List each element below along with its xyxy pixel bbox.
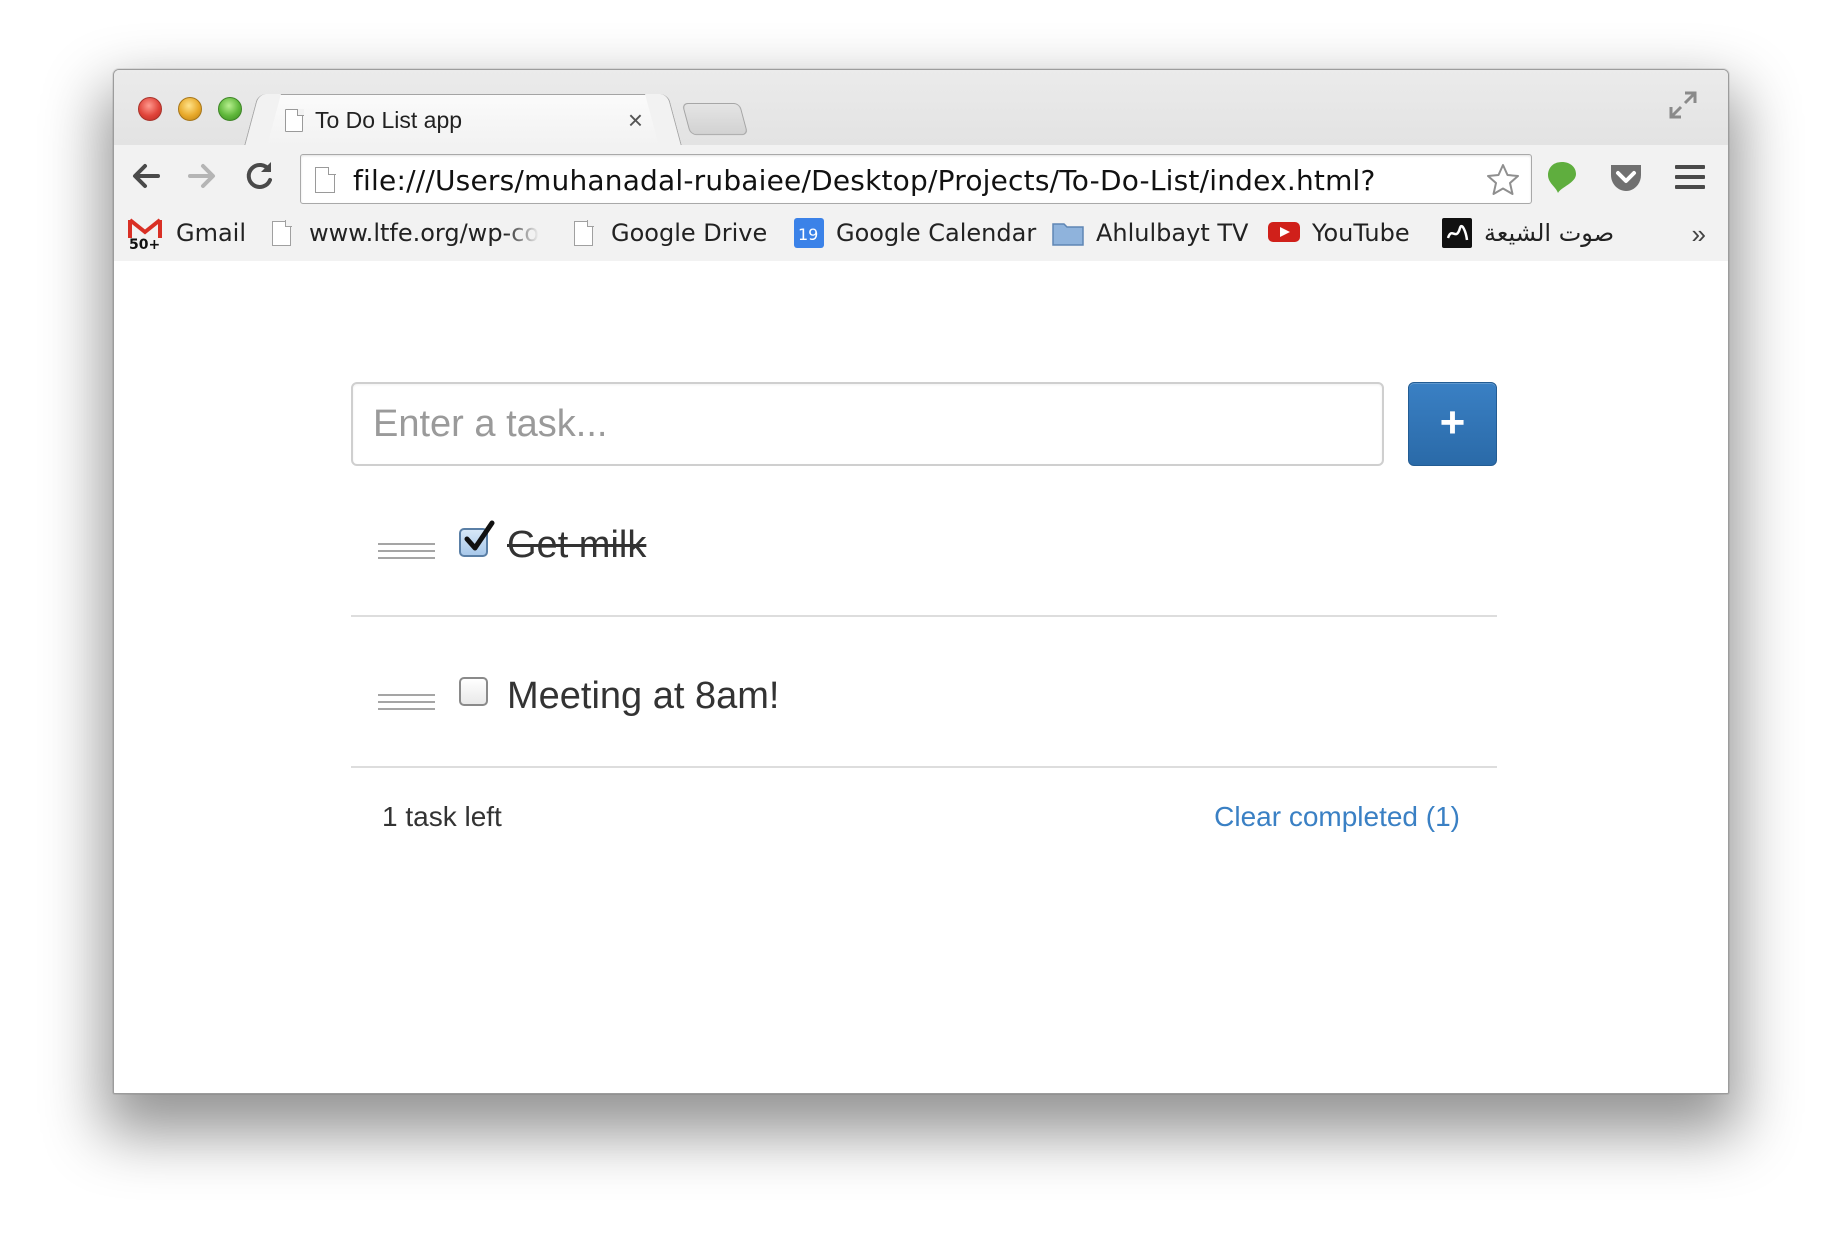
bookmark-google-drive[interactable]: Google Drive bbox=[574, 216, 767, 250]
site-logo-icon bbox=[1442, 218, 1472, 248]
page-icon bbox=[315, 166, 336, 193]
clear-completed-link[interactable]: Clear completed (1) bbox=[1214, 801, 1460, 833]
bookmark-sawt-alshia[interactable]: صوت الشيعة bbox=[1442, 216, 1614, 250]
pocket-extension-icon[interactable] bbox=[1608, 159, 1644, 195]
task-row: Get milk bbox=[351, 466, 1497, 617]
bookmark-ltfe[interactable]: www.ltfe.org/wp-cor bbox=[272, 216, 539, 250]
bookmarks-bar: 50+ Gmail www.ltfe.org/wp-cor Google Dri… bbox=[114, 205, 1728, 261]
calendar-icon: 19 bbox=[794, 218, 824, 248]
close-window-button[interactable] bbox=[138, 97, 162, 121]
tasks-left-count: 1 task left bbox=[382, 801, 502, 832]
new-tab-button[interactable] bbox=[681, 103, 749, 135]
address-bar[interactable]: file:///Users/muhanadal-rubaiee/Desktop/… bbox=[300, 154, 1532, 204]
page-icon bbox=[285, 109, 303, 132]
minimize-window-button[interactable] bbox=[178, 97, 202, 121]
url-text[interactable]: file:///Users/muhanadal-rubaiee/Desktop/… bbox=[353, 164, 1376, 197]
bookmark-label: Ahlulbayt TV bbox=[1096, 219, 1249, 247]
task-input[interactable] bbox=[351, 382, 1384, 466]
bookmark-label: YouTube bbox=[1312, 219, 1410, 247]
add-task-button[interactable]: + bbox=[1408, 382, 1497, 466]
menu-icon[interactable] bbox=[1672, 159, 1708, 195]
tab-to-do-list[interactable]: To Do List app × bbox=[264, 94, 662, 146]
calendar-day: 19 bbox=[798, 225, 819, 244]
bookmark-gmail[interactable]: 50+ Gmail bbox=[128, 216, 246, 250]
tab-strip: To Do List app × bbox=[114, 70, 1728, 146]
bookmark-ahlulbayt-tv[interactable]: Ahlulbayt TV bbox=[1052, 216, 1248, 250]
page-icon bbox=[574, 220, 594, 246]
drag-handle-icon[interactable] bbox=[378, 694, 435, 712]
gmail-badge: 50+ bbox=[129, 237, 160, 250]
drag-handle-icon[interactable] bbox=[378, 543, 435, 561]
bookmark-label: Gmail bbox=[176, 219, 247, 247]
task-text[interactable]: Meeting at 8am! bbox=[507, 675, 779, 718]
bookmark-youtube[interactable]: YouTube bbox=[1268, 216, 1410, 250]
page-icon bbox=[272, 220, 292, 246]
bookmark-label: www.ltfe.org/wp-cor bbox=[309, 219, 539, 247]
task-row: Meeting at 8am! bbox=[351, 617, 1497, 768]
browser-toolbar: file:///Users/muhanadal-rubaiee/Desktop/… bbox=[114, 145, 1728, 205]
browser-chrome: To Do List app × file:///Users/muhanadal… bbox=[114, 70, 1728, 261]
browser-window: To Do List app × file:///Users/muhanadal… bbox=[113, 69, 1729, 1094]
folder-icon bbox=[1052, 220, 1084, 246]
bookmark-label: صوت الشيعة bbox=[1484, 219, 1615, 247]
checkmark-icon bbox=[464, 520, 495, 551]
tab-close-button[interactable]: × bbox=[628, 105, 643, 136]
task-checkbox[interactable] bbox=[459, 520, 495, 557]
forward-arrow-icon[interactable] bbox=[184, 158, 220, 194]
back-arrow-icon[interactable] bbox=[128, 158, 164, 194]
evernote-extension-icon[interactable] bbox=[1544, 159, 1580, 195]
tab-title: To Do List app bbox=[315, 107, 463, 133]
zoom-window-button[interactable] bbox=[218, 97, 242, 121]
gmail-icon: 50+ bbox=[128, 218, 162, 250]
reload-icon[interactable] bbox=[242, 158, 278, 194]
bookmarks-overflow-button[interactable]: » bbox=[1692, 219, 1706, 250]
task-text[interactable]: Get milk bbox=[507, 524, 646, 567]
fullscreen-icon[interactable] bbox=[1668, 90, 1698, 120]
task-checkbox[interactable] bbox=[459, 677, 488, 706]
bookmark-label: Google Drive bbox=[611, 219, 768, 247]
page-content: + Get milk Meeting at 8am! 1 task left C… bbox=[114, 261, 1728, 1093]
youtube-icon bbox=[1268, 220, 1300, 246]
bookmark-star-icon[interactable] bbox=[1485, 162, 1521, 198]
bookmark-google-calendar[interactable]: 19 Google Calendar bbox=[794, 216, 1036, 250]
bookmark-label: Google Calendar bbox=[836, 219, 1037, 247]
